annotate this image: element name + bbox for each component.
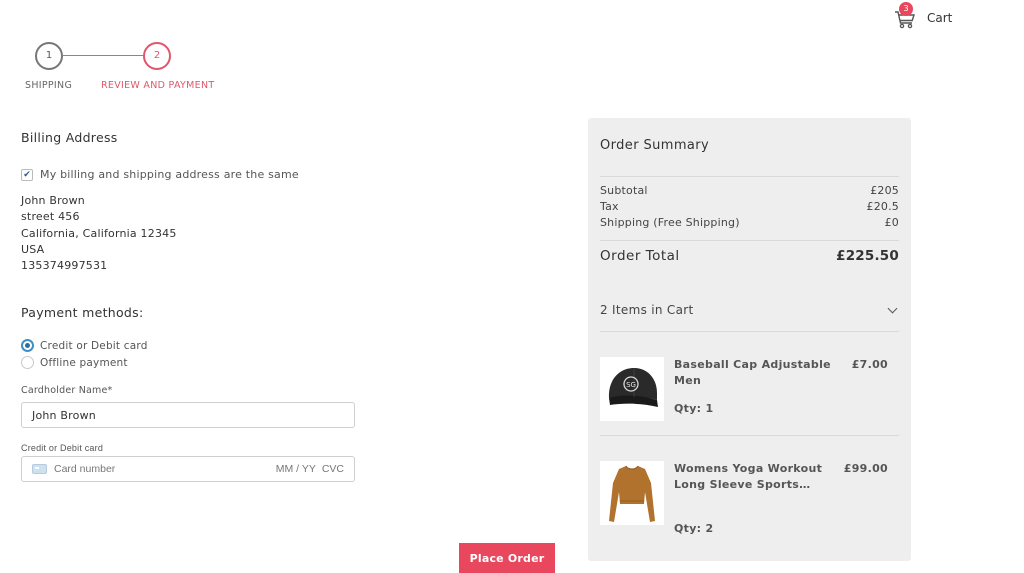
- same-address-checkbox[interactable]: ✔: [21, 168, 33, 181]
- billing-address-block: John Brown street 456 California, Califo…: [21, 193, 177, 274]
- subtotal-label: Subtotal: [600, 184, 648, 197]
- order-summary-panel: Order Summary Subtotal £205 Tax £20.5 Sh…: [588, 118, 911, 561]
- cart-label[interactable]: Cart: [927, 11, 952, 25]
- shopping-cart-icon[interactable]: 3: [893, 2, 917, 30]
- baseball-cap-icon: SG: [600, 357, 664, 421]
- item-qty: Qty: 2: [674, 522, 714, 535]
- address-city: California, California 12345: [21, 226, 177, 240]
- subtotal-row: Subtotal £205: [600, 184, 899, 197]
- item-name[interactable]: Baseball Cap Adjustable Men: [674, 357, 834, 390]
- offline-radio-label[interactable]: Offline payment: [40, 357, 128, 369]
- divider: [600, 435, 899, 436]
- card-expiry-placeholder[interactable]: MM / YY: [276, 463, 316, 475]
- svg-text:SG: SG: [626, 381, 636, 389]
- card-field-label: Credit or Debit card: [21, 443, 104, 453]
- step-1-circle[interactable]: 1: [35, 42, 63, 70]
- divider: [600, 331, 899, 332]
- tax-row: Tax £20.5: [600, 200, 899, 213]
- shipping-value: £0: [884, 216, 899, 229]
- card-input[interactable]: Card number MM / YY CVC: [21, 456, 355, 482]
- payment-option-card[interactable]: Credit or Debit card: [21, 339, 148, 352]
- subtotal-value: £205: [870, 184, 899, 197]
- payment-option-offline[interactable]: Offline payment: [21, 356, 128, 369]
- step-2-circle: 2: [143, 42, 171, 70]
- same-address-label[interactable]: My billing and shipping address are the …: [40, 168, 299, 181]
- cardholder-name-input[interactable]: John Brown: [21, 402, 355, 428]
- place-order-button[interactable]: Place Order: [459, 543, 555, 573]
- order-summary-title: Order Summary: [600, 138, 710, 153]
- tax-value: £20.5: [866, 200, 899, 213]
- item-name[interactable]: Womens Yoga Workout Long Sleeve Sports…: [674, 461, 834, 494]
- shipping-row: Shipping (Free Shipping) £0: [600, 216, 899, 229]
- card-radio[interactable]: [21, 339, 34, 352]
- card-cvc-placeholder[interactable]: CVC: [322, 463, 344, 475]
- shipping-label: Shipping (Free Shipping): [600, 216, 740, 229]
- item-price: £99.00: [843, 462, 888, 475]
- required-marker: *: [107, 385, 113, 396]
- item-qty: Qty: 1: [674, 402, 714, 415]
- item-price: £7.00: [851, 358, 888, 371]
- step-label-review-payment: REVIEW AND PAYMENT: [101, 80, 215, 91]
- items-in-cart-toggle[interactable]: 2 Items in Cart: [600, 303, 899, 317]
- same-address-checkbox-row[interactable]: ✔ My billing and shipping address are th…: [21, 168, 299, 181]
- stepper-connector: [63, 55, 143, 56]
- card-radio-label[interactable]: Credit or Debit card: [40, 340, 148, 352]
- tax-label: Tax: [600, 200, 619, 213]
- credit-card-icon: [32, 464, 47, 474]
- address-name: John Brown: [21, 194, 85, 207]
- address-street: street 456: [21, 210, 80, 224]
- cardholder-label-text: Cardholder Name: [21, 385, 108, 396]
- step-label-shipping[interactable]: SHIPPING: [25, 80, 72, 91]
- card-number-placeholder[interactable]: Card number: [54, 463, 270, 475]
- order-total-label: Order Total: [600, 248, 680, 264]
- address-country: USA: [21, 242, 45, 256]
- cart-count-badge: 3: [899, 2, 913, 16]
- items-in-cart-label[interactable]: 2 Items in Cart: [600, 303, 693, 317]
- divider: [600, 176, 899, 177]
- order-total-row: Order Total £225.50: [600, 248, 899, 264]
- cart-link[interactable]: 3 Cart: [893, 2, 952, 30]
- billing-address-title: Billing Address: [21, 130, 118, 145]
- chevron-down-icon[interactable]: [887, 303, 898, 313]
- divider: [600, 240, 899, 241]
- long-sleeve-top-icon: [600, 461, 664, 525]
- order-total-value: £225.50: [836, 248, 899, 264]
- cardholder-name-label: Cardholder Name*: [21, 385, 112, 396]
- address-phone: 135374997531: [21, 259, 108, 273]
- payment-methods-title: Payment methods:: [21, 305, 144, 320]
- offline-radio[interactable]: [21, 356, 34, 369]
